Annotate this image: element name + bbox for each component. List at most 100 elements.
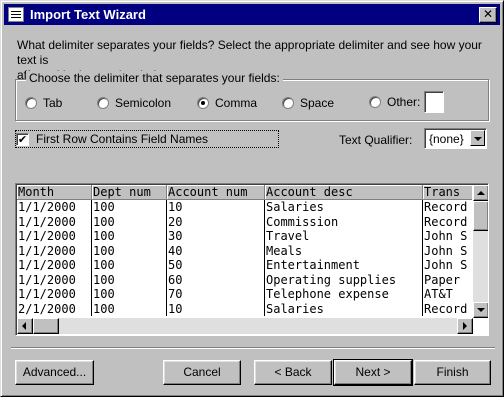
column-header[interactable]: Dept num [92, 185, 167, 200]
scroll-left-icon [22, 322, 26, 330]
table-cell: 50 [167, 258, 265, 273]
radio-other-circle[interactable] [369, 96, 381, 108]
import-text-wizard-window: Import Text Wizard ✕ What delimiter sepa… [0, 0, 504, 397]
table-cell: Telephone expense [265, 287, 423, 302]
title-bar: Import Text Wizard ✕ [4, 4, 500, 25]
radio-space-circle[interactable] [282, 97, 294, 109]
scroll-right-button[interactable] [457, 318, 473, 334]
radio-semicolon-circle[interactable] [97, 97, 109, 109]
table-cell: John S [424, 243, 468, 258]
first-row-field-names-option[interactable]: ✔ First Row Contains Field Names [15, 130, 279, 148]
table-cell: Travel [265, 229, 423, 244]
column-header[interactable]: Trans [423, 185, 472, 200]
table-cell: 70 [167, 287, 265, 302]
table-cell: Salaries [265, 200, 423, 215]
table-cell: Paper [424, 272, 461, 287]
radio-comma-circle[interactable] [197, 97, 209, 109]
table-cell: 1/1/2000 [17, 272, 92, 287]
delimiter-group-legend: Choose the delimiter that separates your… [26, 71, 283, 85]
button-separator [11, 347, 495, 349]
column-header[interactable]: Month [17, 185, 92, 200]
finish-button[interactable]: Finish [414, 360, 491, 385]
back-button[interactable]: < Back [254, 360, 332, 385]
scroll-left-button[interactable] [17, 318, 33, 334]
first-row-checkbox-label: First Row Contains Field Names [36, 132, 209, 146]
dropdown-arrow-icon[interactable] [470, 130, 485, 146]
column-header[interactable]: Account num [167, 185, 265, 200]
radio-comma[interactable]: Comma [197, 96, 257, 110]
table-cell: 100 [92, 272, 167, 287]
table-cell: 100 [92, 214, 167, 229]
table-cell: 20 [167, 214, 265, 229]
radio-tab-label: Tab [43, 96, 63, 110]
text-qualifier-label: Text Qualifier: [339, 133, 413, 147]
vertical-scrollbar[interactable] [473, 185, 488, 318]
radio-tab[interactable]: Tab [25, 96, 62, 110]
scroll-up-button[interactable] [473, 185, 488, 201]
horizontal-scroll-thumb[interactable] [33, 318, 59, 334]
radio-semicolon[interactable]: Semicolon [97, 96, 171, 110]
table-cell: Entertainment [265, 258, 423, 273]
table-row: 1/1/2000 100 70 Telephone expense AT&T [17, 287, 472, 302]
table-cell: Meals [265, 243, 423, 258]
table-cell: Record [424, 301, 468, 316]
table-row: 2/1/2000 100 10 Salaries Record [17, 301, 472, 316]
table-row: 1/1/2000 100 10 Salaries Record [17, 200, 472, 215]
table-cell: Salaries [265, 301, 423, 316]
other-delimiter-input[interactable] [424, 91, 445, 113]
table-row: 1/1/2000 100 40 Meals John S [17, 243, 472, 258]
table-row: 1/1/2000 100 50 Entertainment John S [17, 258, 472, 273]
text-qualifier-select[interactable]: {none} [424, 128, 487, 149]
table-cell: John S [424, 258, 468, 272]
table-cell: 60 [167, 272, 265, 287]
radio-other[interactable]: Other: [369, 91, 445, 113]
table-cell: 30 [167, 229, 265, 244]
preview-header-row: Month Dept num Account num Account desc … [17, 185, 472, 200]
table-cell: Record [424, 200, 468, 214]
scroll-down-icon [477, 308, 485, 312]
table-cell: 1/1/2000 [17, 229, 92, 244]
table-cell: 2/1/2000 [17, 301, 92, 316]
table-cell: 1/1/2000 [17, 214, 92, 229]
wizard-app-icon [8, 7, 24, 22]
table-cell: Commission [265, 214, 423, 229]
preview-grid[interactable]: Month Dept num Account num Account desc … [15, 183, 489, 336]
preview-rows: 1/1/2000 100 10 Salaries Record 1/1/2000 100 20… [17, 200, 472, 316]
table-row: 1/1/2000 100 30 Travel John S [17, 229, 472, 244]
radio-tab-circle[interactable] [25, 97, 37, 109]
table-cell: John S [424, 229, 468, 243]
delimiter-groupbox: Choose the delimiter that separates your… [15, 71, 489, 121]
table-cell: 40 [167, 243, 265, 258]
radio-space-label: Space [300, 96, 335, 110]
table-cell: AT&T [424, 287, 453, 301]
preview-table: Month Dept num Account num Account desc … [17, 185, 472, 318]
vertical-scroll-thumb[interactable] [473, 201, 488, 231]
close-button[interactable]: ✕ [479, 7, 497, 23]
table-cell: 1/1/2000 [17, 243, 92, 258]
first-row-checkbox[interactable]: ✔ [16, 132, 29, 146]
table-cell: 100 [92, 229, 167, 244]
scroll-right-icon [463, 322, 467, 330]
scroll-up-icon [477, 191, 485, 195]
table-cell: 100 [92, 287, 167, 302]
advanced-button[interactable]: Advanced... [15, 360, 94, 385]
table-cell: Operating supplies [265, 272, 423, 287]
radio-space[interactable]: Space [282, 96, 334, 110]
radio-comma-label: Comma [215, 96, 258, 110]
text-qualifier-value: {none} [429, 132, 464, 146]
table-row: 1/1/2000 100 60 Operating supplies Paper [17, 272, 472, 287]
table-cell: 100 [92, 200, 167, 215]
table-cell: 1/1/2000 [17, 258, 92, 273]
cancel-button[interactable]: Cancel [163, 360, 241, 385]
table-cell: 100 [92, 301, 167, 316]
column-header[interactable]: Account desc [265, 185, 423, 200]
table-cell: 1/1/2000 [17, 287, 92, 302]
table-cell: 10 [167, 200, 265, 215]
radio-semicolon-label: Semicolon [115, 96, 172, 110]
window-title: Import Text Wizard [30, 7, 146, 22]
horizontal-scrollbar[interactable] [17, 318, 473, 334]
table-row: 1/1/2000 100 20 Commission Record [17, 214, 472, 229]
next-button[interactable]: Next > [333, 359, 413, 386]
table-cell: Record [424, 214, 468, 229]
scroll-down-button[interactable] [473, 302, 488, 318]
